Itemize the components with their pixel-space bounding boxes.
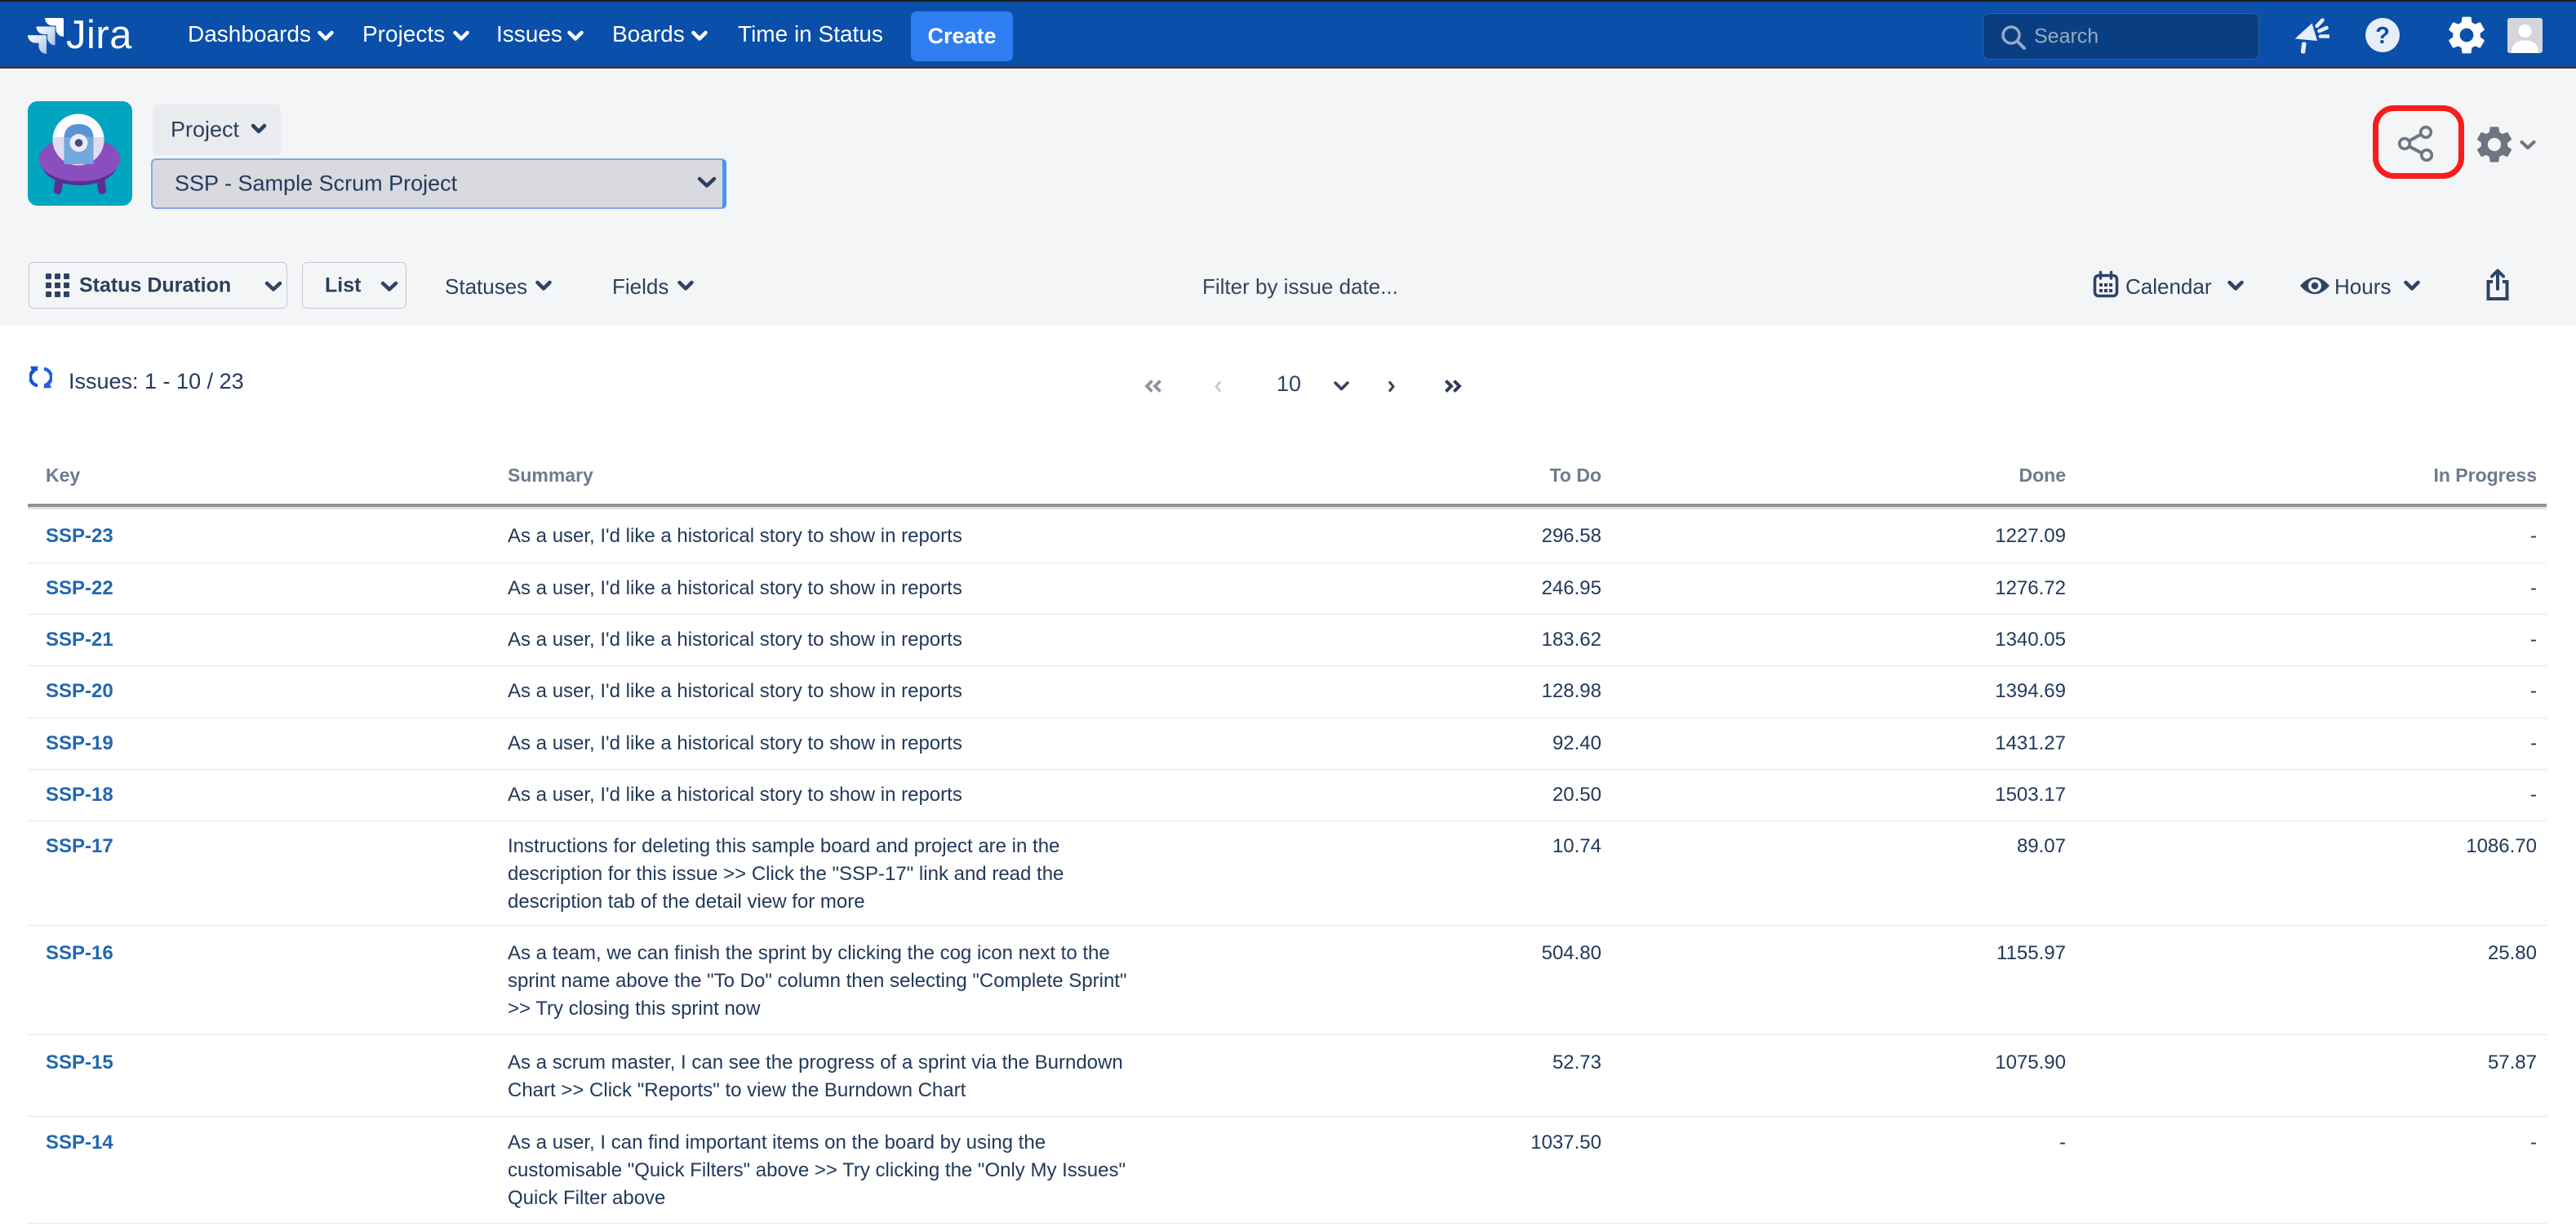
- svg-text:?: ?: [2375, 23, 2390, 49]
